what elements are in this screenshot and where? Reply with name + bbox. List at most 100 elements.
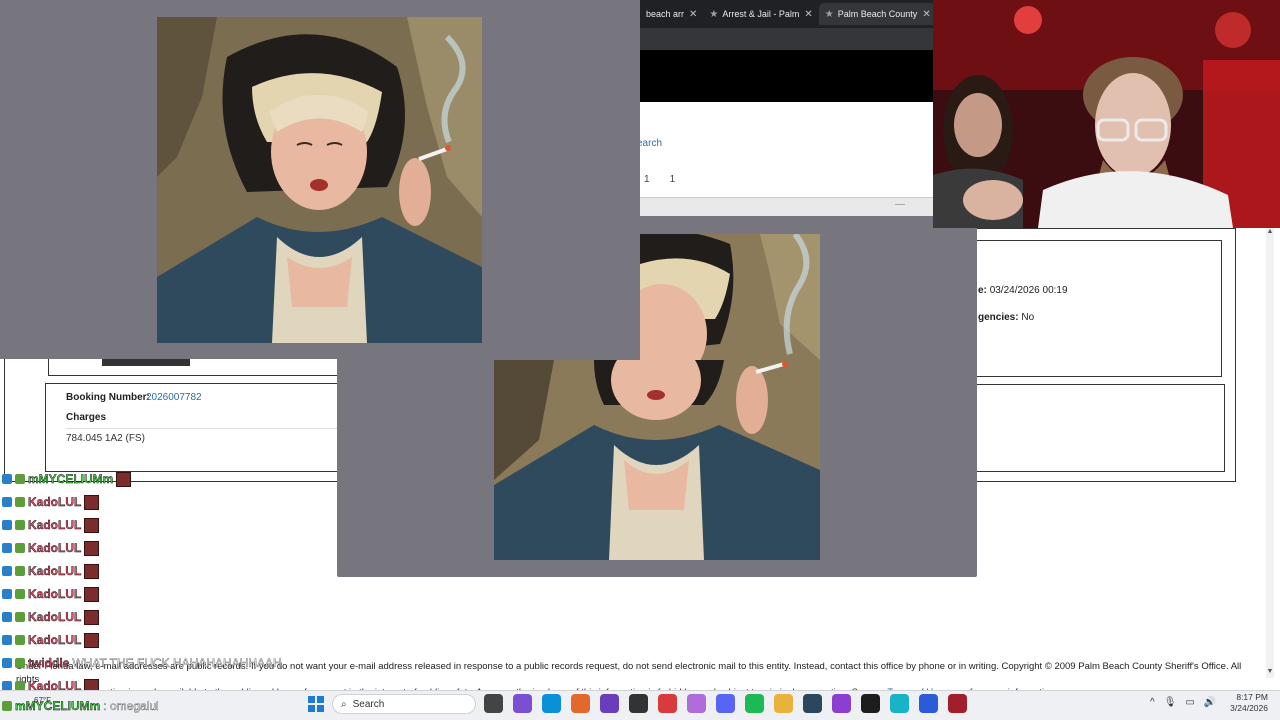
- taskbar-app-icon[interactable]: [948, 694, 967, 713]
- booking-number-link[interactable]: 2026007782: [146, 392, 202, 403]
- volume-icon[interactable]: 🔊: [1204, 697, 1216, 708]
- chat-message: KadoLUL: [2, 608, 100, 626]
- search-placeholder: Search: [352, 698, 385, 710]
- sub-badge-icon: [2, 658, 12, 668]
- taskbar-search-box[interactable]: ⌕ Search: [332, 694, 476, 714]
- tab-beach-arrests[interactable]: beach arr ✕: [640, 3, 703, 25]
- emote-icon: [84, 517, 100, 533]
- display-icon[interactable]: ▭: [1185, 697, 1194, 708]
- close-icon[interactable]: ✕: [804, 9, 812, 20]
- chat-message: KadoLUL: [2, 516, 100, 534]
- moderator-badge-icon: [15, 497, 25, 507]
- chat-username[interactable]: KadoLUL: [28, 495, 82, 509]
- chat-username[interactable]: twiddle: [28, 656, 70, 670]
- charges-heading: Charges: [66, 412, 107, 423]
- page-link[interactable]: 1: [666, 172, 680, 187]
- sub-badge-icon: [2, 635, 12, 645]
- taskbar-app-icon[interactable]: [513, 694, 532, 713]
- chat-username: mMYCELIUMm: [15, 699, 101, 713]
- close-icon[interactable]: ✕: [922, 9, 930, 20]
- minimize-icon[interactable]: —: [895, 199, 905, 210]
- other-agencies-label: gencies:: [978, 312, 1019, 323]
- taskbar-app-icon[interactable]: [832, 694, 851, 713]
- pagination: 1 1: [640, 172, 679, 187]
- charge-statute: 784.045 1A2 (FS): [66, 433, 145, 444]
- chat-message: KadoLUL: [2, 539, 100, 557]
- windows-start-icon[interactable]: [308, 696, 324, 712]
- search-link[interactable]: earch: [637, 138, 662, 149]
- tab-palm-beach-county[interactable]: ★ Palm Beach County ✕: [818, 3, 933, 25]
- emote-icon: [84, 586, 100, 602]
- taskbar-app-icon[interactable]: [890, 694, 909, 713]
- sub-badge-icon: [2, 566, 12, 576]
- clock[interactable]: 8:17 PM 3/24/2026: [1226, 692, 1268, 714]
- results-bar: —: [640, 197, 933, 216]
- moderator-badge-icon: [15, 566, 25, 576]
- taskbar-app-icon[interactable]: [542, 694, 561, 713]
- moderator-badge-icon: [15, 474, 25, 484]
- sub-badge-icon: [2, 474, 12, 484]
- chat-username[interactable]: KadoLUL: [28, 610, 82, 624]
- chat-username[interactable]: KadoLUL: [28, 564, 82, 578]
- booking-date-row: e: 03/24/2026 00:19: [978, 285, 1068, 296]
- system-tray: ^ 🎙 ▭ 🔊: [1150, 697, 1216, 708]
- charges-box-right: [976, 384, 1225, 472]
- chat-message: KadoLUL: [2, 631, 100, 649]
- address-bar[interactable]: [640, 28, 933, 50]
- emote-icon: [84, 609, 100, 625]
- chat-username[interactable]: KadoLUL: [28, 587, 82, 601]
- taskbar-app-icon[interactable]: [629, 694, 648, 713]
- taskbar-app-icon[interactable]: [861, 694, 880, 713]
- taskbar-app-icon[interactable]: [658, 694, 677, 713]
- search-icon: ⌕: [341, 698, 347, 710]
- chat-message-text: : omegalul: [103, 699, 159, 713]
- chat-message: KadoLUL: [2, 585, 100, 603]
- booking-date-label: e:: [978, 285, 987, 296]
- scrollbar[interactable]: ▲ ▼: [1266, 228, 1274, 678]
- taskbar-app-icon[interactable]: [571, 694, 590, 713]
- tab-arrest-jail[interactable]: ★ Arrest & Jail - Palm ✕: [703, 3, 818, 25]
- other-agencies-row: gencies: No: [978, 312, 1034, 323]
- chat-username[interactable]: KadoLUL: [28, 541, 82, 555]
- chat-message: mMYCELIUMm: [2, 470, 132, 488]
- moderator-badge-icon: [15, 635, 25, 645]
- scroll-up-icon[interactable]: ▲: [1266, 228, 1274, 238]
- site-header: [640, 50, 933, 102]
- star-icon: ★: [824, 8, 834, 20]
- close-icon[interactable]: ✕: [689, 9, 697, 20]
- photo-box: [48, 358, 338, 376]
- screen: beach arr ✕ ★ Arrest & Jail - Palm ✕ ★ P…: [0, 0, 1280, 720]
- chat-username[interactable]: KadoLUL: [28, 518, 82, 532]
- taskbar-app-icon[interactable]: [600, 694, 619, 713]
- inmate-info-box: [976, 240, 1222, 377]
- chat-username[interactable]: mMYCELIUMm: [28, 472, 114, 486]
- taskbar-app-icon[interactable]: [919, 694, 938, 713]
- booking-date-value: 03/24/2026 00:19: [989, 285, 1068, 296]
- meme-image-fragment: [494, 360, 820, 560]
- chat-message: KadoLUL: [2, 562, 100, 580]
- meme-image-fragment: [640, 234, 820, 360]
- sub-badge-icon: [2, 497, 12, 507]
- other-agencies-value: No: [1021, 312, 1035, 323]
- browser-tab-strip: beach arr ✕ ★ Arrest & Jail - Palm ✕ ★ P…: [640, 0, 933, 28]
- microphone-icon[interactable]: 🎙: [1164, 697, 1177, 708]
- chat-username[interactable]: KadoLUL: [28, 633, 82, 647]
- taskbar-app-icon[interactable]: [803, 694, 822, 713]
- star-icon: ★: [709, 8, 719, 20]
- chat-message-text: WHAT THE FUCK HAHAHAHAHHAAH: [72, 656, 282, 670]
- taskbar-app-icon[interactable]: [745, 694, 764, 713]
- taskbar-app-icon[interactable]: [687, 694, 706, 713]
- emote-icon: [116, 471, 132, 487]
- clock-time: 8:17 PM: [1236, 692, 1268, 702]
- taskbar-app-icon[interactable]: [484, 694, 503, 713]
- taskbar-app-icon[interactable]: [774, 694, 793, 713]
- sub-badge-icon: [2, 589, 12, 599]
- meme-image: [157, 17, 482, 343]
- scroll-down-icon[interactable]: ▼: [1266, 668, 1274, 678]
- sub-badge-icon: [2, 612, 12, 622]
- page-link[interactable]: 1: [640, 172, 654, 187]
- pinned-apps: [484, 694, 967, 713]
- chevron-up-icon[interactable]: ^: [1150, 697, 1155, 708]
- taskbar-app-icon[interactable]: [716, 694, 735, 713]
- divider: [66, 428, 338, 429]
